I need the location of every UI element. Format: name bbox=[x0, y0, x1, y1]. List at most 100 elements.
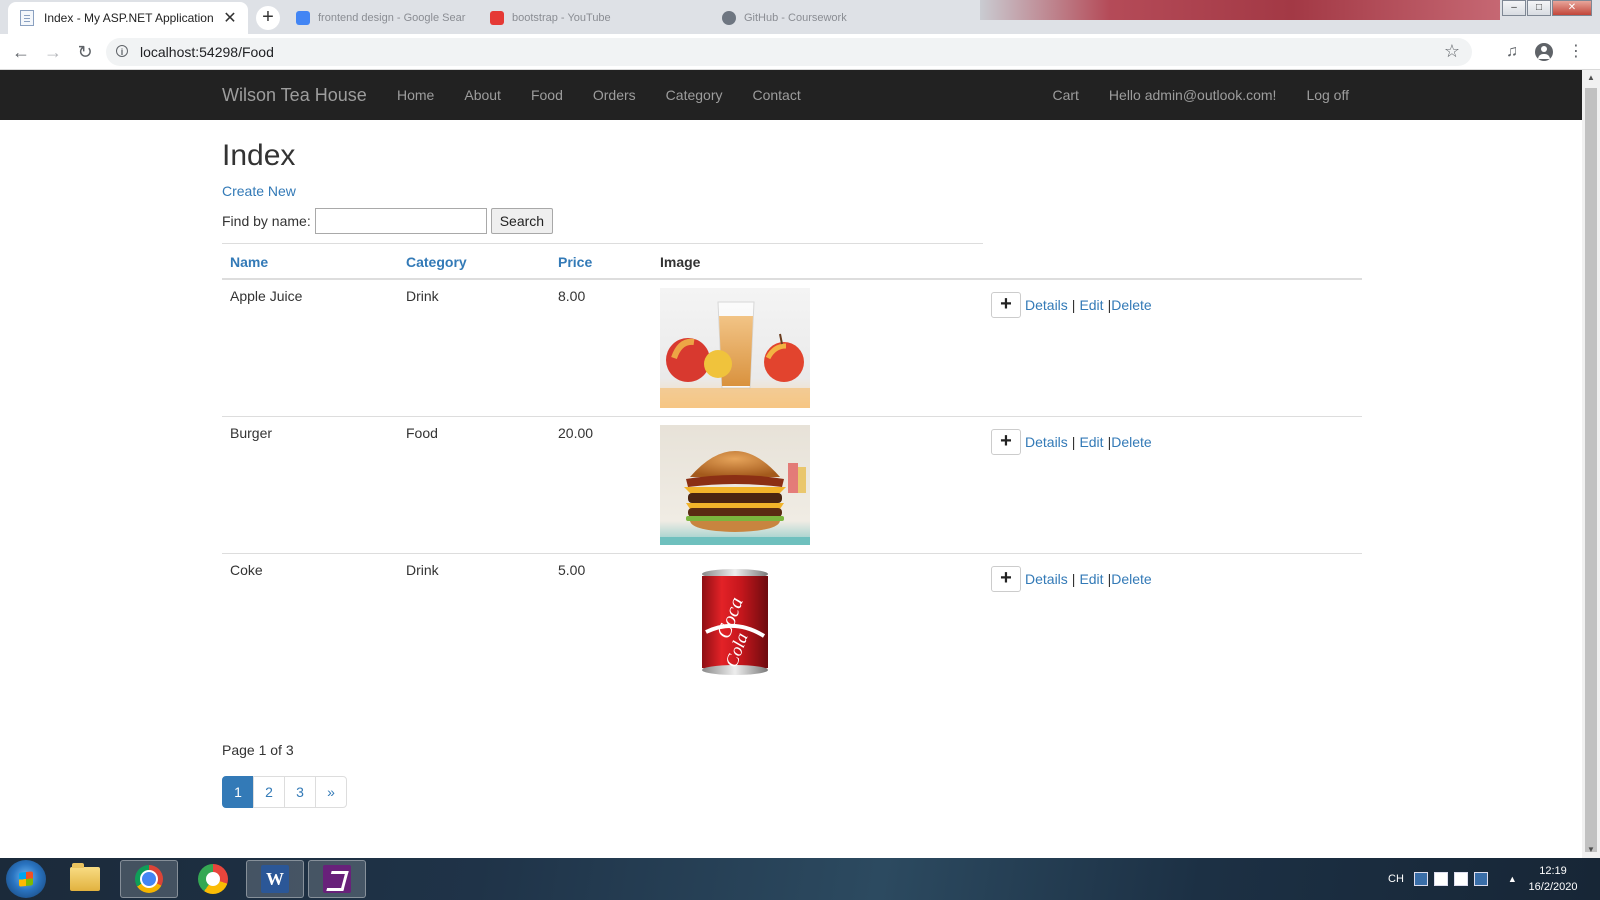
background-tab-area bbox=[980, 0, 1500, 20]
coke-can-image: Coca Cola bbox=[660, 562, 810, 682]
page-2-button[interactable]: 2 bbox=[253, 776, 285, 808]
search-button[interactable]: Search bbox=[490, 208, 554, 234]
start-button[interactable] bbox=[6, 860, 46, 898]
edit-link[interactable]: Edit bbox=[1079, 571, 1103, 587]
tab-title: frontend design - Google Sear bbox=[318, 12, 466, 24]
tab-close-icon[interactable]: ✕ bbox=[222, 8, 238, 28]
food-price: 20.00 bbox=[550, 416, 652, 554]
page-3-button[interactable]: 3 bbox=[284, 776, 316, 808]
address-bar[interactable]: i localhost:54298/Food ☆ bbox=[106, 38, 1472, 66]
font-icon[interactable] bbox=[1433, 872, 1448, 886]
tab-title: bootstrap - YouTube bbox=[512, 12, 611, 24]
show-hidden-icons-icon[interactable]: ▲ bbox=[1508, 874, 1517, 884]
chrome-canary-icon bbox=[198, 864, 228, 894]
media-icon[interactable]: ♫ bbox=[1502, 42, 1522, 62]
search-input[interactable] bbox=[314, 208, 487, 234]
nav-log-off[interactable]: Log off bbox=[1291, 87, 1364, 103]
page-1-button[interactable]: 1 bbox=[222, 776, 254, 808]
page-info: Page 1 of 3 bbox=[222, 742, 294, 758]
chrome-icon bbox=[135, 865, 163, 893]
network-icon[interactable] bbox=[1473, 872, 1488, 886]
new-tab-button[interactable]: + bbox=[256, 6, 280, 30]
reload-icon[interactable]: ↻ bbox=[74, 41, 96, 63]
food-name: Apple Juice bbox=[222, 279, 398, 417]
action-separator: | bbox=[1071, 571, 1076, 587]
clock-time: 12:19 bbox=[1539, 865, 1567, 877]
taskbar-word[interactable]: W bbox=[246, 860, 304, 898]
create-new-link[interactable]: Create New bbox=[222, 183, 296, 199]
taskbar-chrome-canary[interactable] bbox=[184, 860, 242, 898]
bookmark-star-icon[interactable]: ☆ bbox=[1444, 41, 1460, 62]
details-link[interactable]: Details bbox=[1025, 297, 1068, 313]
vertical-scrollbar[interactable]: ▲ ▼ bbox=[1582, 70, 1600, 858]
sort-price-link[interactable]: Price bbox=[558, 254, 592, 270]
search-label: Find by name: bbox=[222, 213, 311, 229]
tab-background-2[interactable]: bootstrap - YouTube bbox=[490, 6, 690, 30]
language-indicator[interactable]: CH bbox=[1388, 873, 1404, 885]
add-to-cart-button[interactable]: + bbox=[991, 566, 1021, 592]
close-window-button[interactable]: ✕ bbox=[1552, 0, 1592, 16]
tab-background-3[interactable]: GitHub - Coursework bbox=[722, 6, 932, 30]
table-row: Apple Juice Drink 8.00 + Details | Edit … bbox=[222, 279, 1362, 417]
site-brand[interactable]: Wilson Tea House bbox=[222, 85, 367, 106]
actions-column-header bbox=[983, 243, 1362, 280]
word-icon: W bbox=[261, 865, 289, 893]
next-page-button[interactable]: » bbox=[315, 776, 347, 808]
page-title: Index bbox=[222, 139, 296, 172]
table-header-row: Name Category Price Image bbox=[222, 243, 1362, 280]
scrollbar-thumb[interactable] bbox=[1585, 88, 1597, 852]
food-price: 8.00 bbox=[550, 279, 652, 417]
taskbar-file-explorer[interactable] bbox=[56, 860, 114, 898]
site-info-icon[interactable]: i bbox=[116, 45, 128, 57]
add-to-cart-button[interactable]: + bbox=[991, 292, 1021, 318]
github-icon bbox=[722, 11, 736, 25]
browser-tab-strip: Index - My ASP.NET Application ✕ + front… bbox=[0, 0, 1600, 34]
browser-toolbar: ← → ↻ i localhost:54298/Food ☆ ♫ ⋮ bbox=[0, 34, 1600, 70]
scroll-up-arrow-icon[interactable]: ▲ bbox=[1582, 70, 1600, 86]
profile-icon[interactable] bbox=[1534, 42, 1554, 62]
ime-icon[interactable] bbox=[1413, 872, 1428, 886]
food-category: Food bbox=[398, 416, 550, 554]
minimize-button[interactable]: – bbox=[1502, 0, 1526, 16]
menu-icon[interactable]: ⋮ bbox=[1566, 42, 1586, 62]
nav-about[interactable]: About bbox=[449, 87, 516, 103]
pagination: 1 2 3 » bbox=[222, 776, 1362, 808]
tab-active[interactable]: Index - My ASP.NET Application ✕ bbox=[8, 2, 248, 34]
page-icon bbox=[20, 10, 34, 26]
sort-category-link[interactable]: Category bbox=[406, 254, 467, 270]
nav-cart[interactable]: Cart bbox=[1037, 87, 1093, 103]
taskbar-clock[interactable]: 12:19 16/2/2020 bbox=[1518, 863, 1588, 895]
google-icon bbox=[296, 11, 310, 25]
youtube-icon bbox=[490, 11, 504, 25]
sort-name-link[interactable]: Name bbox=[230, 254, 268, 270]
nav-right: Cart Hello admin@outlook.com! Log off bbox=[1037, 70, 1364, 120]
nav-home[interactable]: Home bbox=[382, 87, 449, 103]
system-tray: CH ▲ bbox=[1388, 858, 1535, 900]
scroll-down-arrow-icon[interactable]: ▼ bbox=[1582, 842, 1600, 858]
nav-food[interactable]: Food bbox=[516, 87, 578, 103]
edit-link[interactable]: Edit bbox=[1079, 434, 1103, 450]
maximize-button[interactable]: □ bbox=[1527, 0, 1551, 16]
nav-user-greeting[interactable]: Hello admin@outlook.com! bbox=[1094, 87, 1292, 103]
url-text[interactable]: localhost:54298/Food bbox=[140, 44, 274, 60]
tab-background-1[interactable]: frontend design - Google Sear bbox=[296, 6, 466, 30]
add-to-cart-button[interactable]: + bbox=[991, 429, 1021, 455]
details-link[interactable]: Details bbox=[1025, 434, 1068, 450]
nav-category[interactable]: Category bbox=[651, 87, 738, 103]
details-link[interactable]: Details bbox=[1025, 571, 1068, 587]
back-icon[interactable]: ← bbox=[10, 41, 32, 63]
edit-link[interactable]: Edit bbox=[1079, 297, 1103, 313]
taskbar-chrome[interactable] bbox=[120, 860, 178, 898]
delete-link[interactable]: Delete bbox=[1111, 297, 1151, 313]
keyboard-icon[interactable] bbox=[1453, 872, 1468, 886]
row-actions: + Details | Edit | Delete bbox=[991, 292, 1354, 318]
delete-link[interactable]: Delete bbox=[1111, 571, 1151, 587]
delete-link[interactable]: Delete bbox=[1111, 434, 1151, 450]
food-category: Drink bbox=[398, 279, 550, 417]
clock-date: 16/2/2020 bbox=[1528, 881, 1578, 893]
taskbar-visual-studio[interactable] bbox=[308, 860, 366, 898]
nav-orders[interactable]: Orders bbox=[578, 87, 651, 103]
nav-contact[interactable]: Contact bbox=[737, 87, 815, 103]
row-actions: + Details | Edit | Delete bbox=[991, 429, 1354, 455]
forward-icon[interactable]: → bbox=[42, 41, 64, 63]
